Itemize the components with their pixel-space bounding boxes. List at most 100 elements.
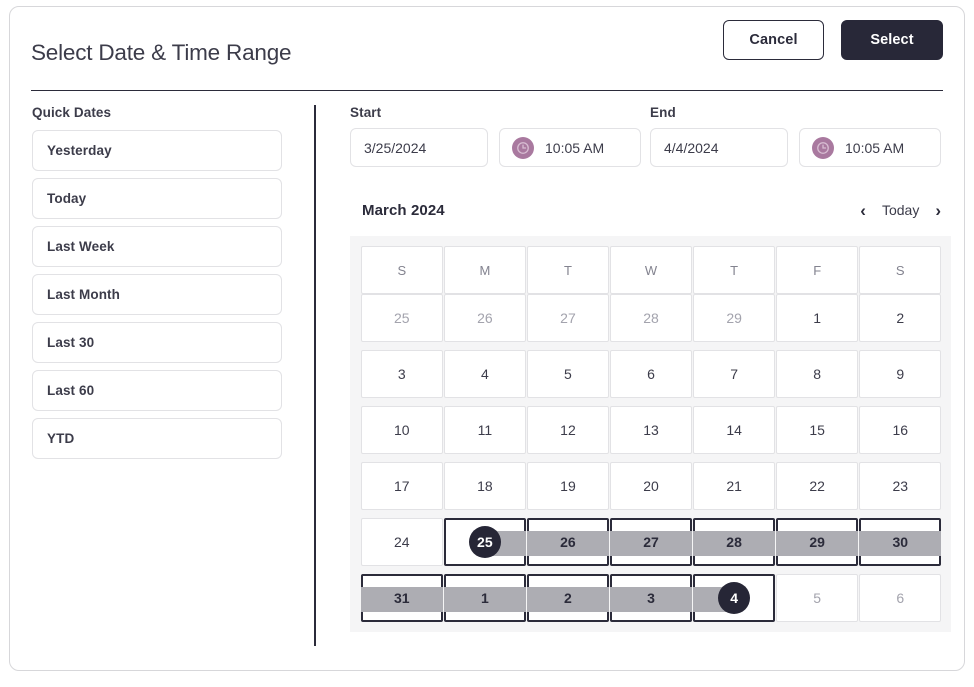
end-time-value: 10:05 AM: [845, 139, 905, 156]
calendar-day[interactable]: 5: [776, 574, 858, 622]
start-date-value: 3/25/2024: [364, 139, 427, 156]
calendar-day-number: 14: [726, 422, 742, 438]
sidebar-item-yesterday[interactable]: Yesterday: [32, 130, 282, 171]
calendar-day[interactable]: 22: [776, 462, 858, 510]
calendar-day[interactable]: 18: [444, 462, 526, 510]
start-time-input[interactable]: 10:05 AM: [499, 128, 641, 167]
calendar-day[interactable]: 9: [859, 350, 942, 398]
calendar-day[interactable]: 10: [361, 406, 443, 454]
calendar-day[interactable]: 2: [859, 294, 942, 342]
calendar-day-in-range[interactable]: 30: [859, 518, 942, 566]
calendar-day-number: 3: [397, 366, 406, 382]
calendar-day-in-range[interactable]: 3: [610, 574, 692, 622]
calendar-day-range-start[interactable]: 25: [444, 518, 526, 566]
calendar-day[interactable]: 23: [859, 462, 942, 510]
calendar-day-number: 28: [726, 534, 742, 550]
calendar-day-number: 21: [726, 478, 742, 494]
calendar-day[interactable]: 4: [444, 350, 526, 398]
calendar-day-number: 29: [809, 534, 825, 550]
quick-dates-sidebar: Quick Dates Yesterday Today Last Week La…: [32, 105, 282, 466]
calendar-day-number: 23: [892, 478, 909, 494]
calendar-day[interactable]: 14: [693, 406, 775, 454]
calendar-day-number: 6: [647, 366, 655, 382]
calendar-day-number: 4: [718, 582, 751, 614]
clock-icon: [512, 136, 534, 159]
chevron-right-icon[interactable]: ›: [935, 202, 941, 219]
calendar-day-in-range[interactable]: 31: [361, 574, 443, 622]
calendar-day[interactable]: 29: [693, 294, 775, 342]
calendar-day[interactable]: 17: [361, 462, 443, 510]
calendar-grid: S M T W T F S 25 26 27 28 29 1 2 3 4 5 6 7 8 9 10 11 12 1…: [350, 236, 951, 632]
calendar-day-in-range[interactable]: 26: [527, 518, 609, 566]
sidebar-item-last-month[interactable]: Last Month: [32, 274, 282, 315]
sidebar-item-today[interactable]: Today: [32, 178, 282, 219]
calendar-day[interactable]: 15: [776, 406, 858, 454]
calendar-day-number: 1: [480, 590, 489, 606]
calendar-day-number: 15: [809, 422, 825, 438]
calendar-header: March 2024 ‹ Today ›: [350, 198, 951, 222]
calendar-day-number: 27: [643, 534, 659, 550]
sidebar-item-label: YTD: [47, 431, 75, 446]
calendar-day-number: 17: [394, 478, 410, 494]
calendar-day[interactable]: 11: [444, 406, 526, 454]
calendar-day[interactable]: 5: [527, 350, 609, 398]
calendar-day[interactable]: 6: [610, 350, 692, 398]
start-label: Start: [350, 105, 382, 120]
select-button[interactable]: Select: [841, 20, 943, 60]
calendar-day[interactable]: 16: [859, 406, 942, 454]
calendar-day-in-range[interactable]: 2: [527, 574, 609, 622]
calendar-day-in-range[interactable]: 27: [610, 518, 692, 566]
calendar-week-row: 24 25 26 27 28 29 30: [361, 518, 942, 566]
sidebar-item-label: Last 30: [47, 335, 95, 350]
calendar-day[interactable]: 27: [527, 294, 609, 342]
range-fields: Start 3/25/2024 10:05 AM End 4/4/2024 10…: [350, 105, 951, 167]
sidebar-item-last-60[interactable]: Last 60: [32, 370, 282, 411]
calendar-day-in-range[interactable]: 28: [693, 518, 775, 566]
end-date-value: 4/4/2024: [664, 139, 719, 156]
calendar-day-number: 16: [892, 422, 909, 438]
start-date-input[interactable]: 3/25/2024: [350, 128, 488, 167]
calendar-day-in-range[interactable]: 1: [444, 574, 526, 622]
calendar-day[interactable]: 24: [361, 518, 443, 566]
calendar-day-number: 20: [643, 478, 659, 494]
weekday-cell: F: [776, 246, 858, 294]
calendar-day-number: 5: [813, 590, 822, 606]
calendar-day-number: 4: [480, 366, 489, 382]
calendar-day-in-range[interactable]: 29: [776, 518, 858, 566]
calendar-day[interactable]: 28: [610, 294, 692, 342]
chevron-left-icon[interactable]: ‹: [860, 202, 866, 219]
calendar-day[interactable]: 26: [444, 294, 526, 342]
calendar-day[interactable]: 20: [610, 462, 692, 510]
cancel-button[interactable]: Cancel: [723, 20, 824, 60]
dialog-actions: Cancel Select: [723, 20, 943, 60]
sidebar-item-ytd[interactable]: YTD: [32, 418, 282, 459]
calendar-day-number: 26: [477, 310, 493, 326]
calendar-day-number: 27: [560, 310, 576, 326]
today-button[interactable]: Today: [882, 202, 919, 218]
sidebar-item-last-week[interactable]: Last Week: [32, 226, 282, 267]
calendar-day[interactable]: 19: [527, 462, 609, 510]
sidebar-item-last-30[interactable]: Last 30: [32, 322, 282, 363]
weekday-cell: W: [610, 246, 692, 294]
sidebar-item-label: Last 60: [47, 383, 95, 398]
calendar-day[interactable]: 25: [361, 294, 443, 342]
calendar-day[interactable]: 8: [776, 350, 858, 398]
calendar-day[interactable]: 21: [693, 462, 775, 510]
calendar-day[interactable]: 12: [527, 406, 609, 454]
calendar-day-number: 1: [813, 310, 822, 326]
calendar-month-label: March 2024: [362, 201, 445, 219]
calendar-day-number: 29: [726, 310, 742, 326]
calendar-day[interactable]: 3: [361, 350, 443, 398]
weekday-cell: T: [527, 246, 609, 294]
weekday-cell: M: [444, 246, 526, 294]
calendar-day[interactable]: 13: [610, 406, 692, 454]
end-date-input[interactable]: 4/4/2024: [650, 128, 788, 167]
dialog-header: Select Date & Time Range Cancel Select: [31, 7, 943, 91]
calendar-day[interactable]: 6: [859, 574, 942, 622]
range-pane: Start 3/25/2024 10:05 AM End 4/4/2024 10…: [350, 105, 951, 632]
calendar-day-number: 6: [896, 590, 905, 606]
calendar-day[interactable]: 1: [776, 294, 858, 342]
calendar-day[interactable]: 7: [693, 350, 775, 398]
calendar-day-range-end[interactable]: 4: [693, 574, 775, 622]
end-time-input[interactable]: 10:05 AM: [799, 128, 941, 167]
